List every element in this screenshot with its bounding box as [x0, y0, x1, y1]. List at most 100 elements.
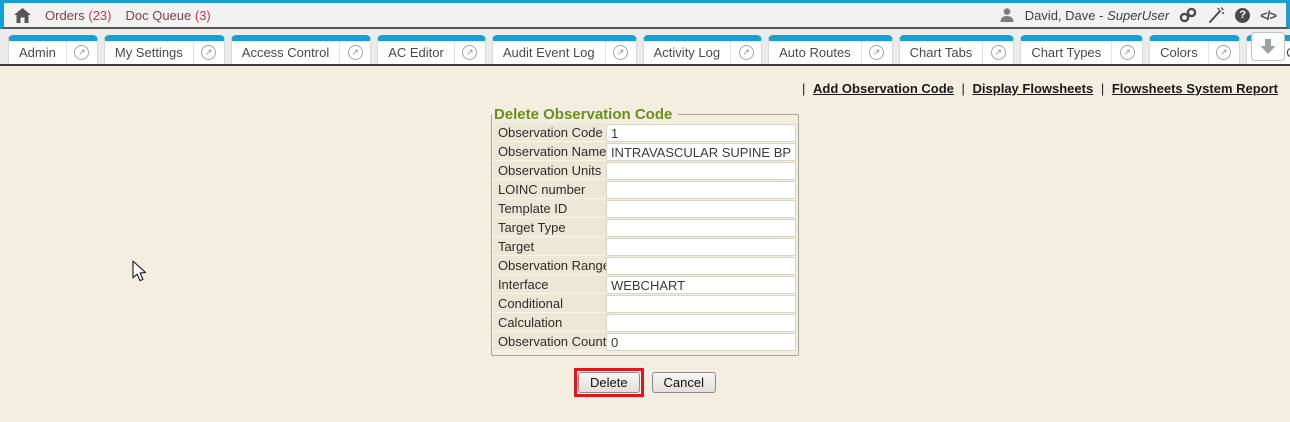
top-nav-item[interactable]: Orders (23) — [45, 8, 111, 23]
admin-tab[interactable]: Access Control ↗ — [231, 35, 371, 64]
tab-label: My Settings — [105, 41, 194, 64]
form-row: Template ID — [494, 199, 796, 218]
tab-popout-area[interactable]: ↗ — [67, 41, 97, 64]
delete-highlight-annotation: Delete — [574, 368, 644, 397]
form-row-value — [606, 295, 796, 313]
admin-tab[interactable]: My Settings ↗ — [104, 35, 225, 64]
top-nav-item[interactable]: Doc Queue (3) — [125, 8, 210, 23]
form-row: Target Type — [494, 218, 796, 237]
tab-popout-area[interactable]: ↗ — [194, 41, 224, 64]
top-bar: Orders (23) Doc Queue (3) David, Dave - … — [0, 0, 1290, 29]
link-separator: | — [802, 81, 805, 96]
help-icon[interactable]: ? — [1235, 8, 1250, 23]
tab-label: Auto Routes — [769, 41, 862, 64]
wand-icon[interactable] — [1207, 7, 1225, 23]
form-row-value: 1 — [606, 124, 796, 142]
form-row-value: 0 — [606, 333, 796, 351]
form-row: Interface WEBCHART — [494, 275, 796, 294]
popout-icon: ↗ — [1216, 45, 1231, 60]
admin-tab[interactable]: Audit Event Log ↗ — [492, 35, 637, 64]
nav-item-label: Doc Queue — [125, 8, 191, 23]
form-row-label: Calculation — [494, 313, 606, 332]
nav-item-count: (23) — [88, 8, 111, 23]
delete-button[interactable]: Delete — [578, 372, 640, 393]
tab-popout-area[interactable]: ↗ — [1209, 41, 1239, 64]
form-row: Calculation — [494, 313, 796, 332]
top-nav: Orders (23) Doc Queue (3) — [14, 8, 211, 23]
tab-popout-area[interactable]: ↗ — [606, 41, 636, 64]
tab-popout-area[interactable]: ↗ — [1112, 41, 1142, 64]
admin-tab[interactable]: Auto Routes ↗ — [768, 35, 893, 64]
admin-tab[interactable]: AC Editor ↗ — [377, 35, 486, 64]
content-area: | Add Observation Code | Display Flowshe… — [0, 66, 1290, 397]
form-row: Observation Code 1 — [494, 123, 796, 142]
admin-tab[interactable]: Chart Tabs ↗ — [899, 35, 1015, 64]
nav-item-label: Orders — [45, 8, 85, 23]
tab-label: Chart Types — [1021, 41, 1112, 64]
tab-label: Activity Log — [644, 41, 731, 64]
user-role: SuperUser — [1107, 8, 1169, 23]
form-row-label: Target Type — [494, 218, 606, 237]
form-row-label: Observation Code — [494, 123, 606, 142]
popout-icon: ↗ — [348, 45, 363, 60]
form-row-value — [606, 181, 796, 199]
link-separator: | — [962, 81, 965, 96]
action-links-row: | Add Observation Code | Display Flowshe… — [0, 81, 1290, 96]
popout-icon: ↗ — [201, 45, 216, 60]
form-row-value — [606, 257, 796, 275]
tab-label: Colors — [1150, 41, 1209, 64]
action-link[interactable]: Display Flowsheets — [973, 81, 1094, 96]
home-icon[interactable] — [14, 8, 31, 23]
user-menu[interactable]: David, Dave - SuperUser ? </> — [999, 7, 1276, 23]
form-row: Observation Name INTRAVASCULAR SUPINE BP — [494, 142, 796, 161]
popout-icon: ↗ — [462, 45, 477, 60]
tab-popout-area[interactable]: ↗ — [455, 41, 485, 64]
form-row-label: Observation Range — [494, 256, 606, 275]
arrow-down-icon — [1260, 38, 1276, 55]
popout-icon: ↗ — [74, 45, 89, 60]
action-link[interactable]: Flowsheets System Report — [1112, 81, 1278, 96]
form-row-value — [606, 219, 796, 237]
form-row-label: LOINC number — [494, 180, 606, 199]
tab-popout-area[interactable]: ↗ — [862, 41, 892, 64]
tab-bar: Admin ↗ My Settings ↗ Access Control ↗ A… — [0, 29, 1290, 66]
cancel-button[interactable]: Cancel — [652, 372, 716, 393]
form-row: Observation Count 0 — [494, 332, 796, 351]
form-row: Target — [494, 237, 796, 256]
link-icon[interactable] — [1179, 7, 1197, 23]
form-row-value — [606, 238, 796, 256]
tab-label: Admin — [9, 41, 67, 64]
tab-overflow-button[interactable] — [1251, 32, 1285, 61]
popout-icon: ↗ — [991, 45, 1006, 60]
admin-tab[interactable]: Chart Types ↗ — [1020, 35, 1143, 64]
form-row-value: WEBCHART — [606, 276, 796, 294]
popout-icon: ↗ — [739, 45, 754, 60]
tab-label: AC Editor — [378, 41, 455, 64]
button-row: Delete Cancel — [0, 368, 1290, 397]
user-icon — [999, 7, 1015, 23]
admin-tab[interactable]: Activity Log ↗ — [643, 35, 762, 64]
tab-label: Chart Tabs — [900, 41, 984, 64]
action-link[interactable]: Add Observation Code — [813, 81, 954, 96]
form-row-value — [606, 314, 796, 332]
form-row-label: Conditional — [494, 294, 606, 313]
form-row: Observation Units — [494, 161, 796, 180]
tab-label: Access Control — [232, 41, 340, 64]
popout-icon: ↗ — [613, 45, 628, 60]
tab-popout-area[interactable]: ↗ — [340, 41, 370, 64]
admin-tab[interactable]: Admin ↗ — [8, 35, 98, 64]
popout-icon: ↗ — [1120, 45, 1135, 60]
form-row: Observation Range — [494, 256, 796, 275]
popout-icon: ↗ — [869, 45, 884, 60]
form-row-label: Observation Count — [494, 332, 606, 351]
admin-tab[interactable]: Colors ↗ — [1149, 35, 1240, 64]
user-name: David, Dave - SuperUser — [1025, 8, 1170, 23]
form-row-label: Observation Units — [494, 161, 606, 180]
code-icon[interactable]: </> — [1260, 8, 1276, 23]
tab-popout-area[interactable]: ↗ — [731, 41, 761, 64]
form-row-label: Target — [494, 237, 606, 256]
tab-popout-area[interactable]: ↗ — [983, 41, 1013, 64]
form-row-value — [606, 162, 796, 180]
form-row-label: Interface — [494, 275, 606, 294]
nav-item-count: (3) — [195, 8, 211, 23]
